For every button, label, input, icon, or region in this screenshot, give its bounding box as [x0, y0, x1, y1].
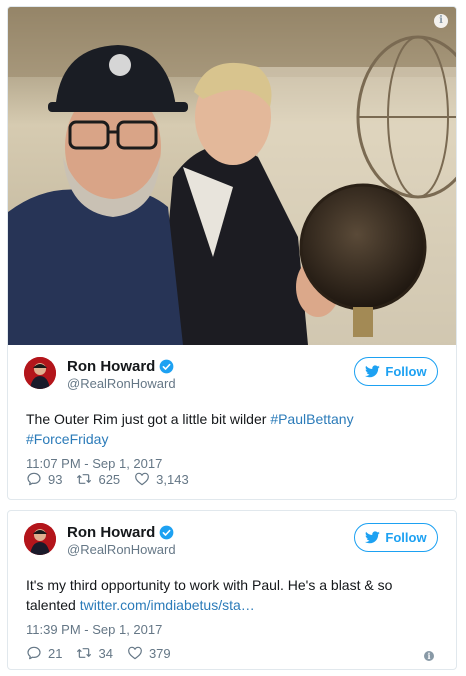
info-icon[interactable]: i — [424, 651, 434, 661]
hashtag-link[interactable]: #PaulBettany — [270, 411, 353, 427]
tweet-link[interactable]: twitter.com/imdiabetus/sta… — [80, 597, 255, 613]
selfie-photo-illustration — [8, 7, 456, 345]
reply-button[interactable]: 93 — [26, 471, 62, 487]
tweet-actions: 21 34 379 — [26, 645, 185, 661]
tweet-text: It's my third opportunity to work with P… — [8, 575, 456, 615]
twitter-bird-icon — [365, 365, 381, 378]
author-name-row[interactable]: Ron Howard — [67, 358, 174, 375]
verified-badge-icon — [159, 525, 174, 540]
retweet-count: 625 — [98, 471, 121, 487]
like-icon — [128, 646, 142, 660]
author-handle[interactable]: @RealRonHoward — [67, 542, 176, 557]
tweet-text: The Outer Rim just got a little bit wild… — [8, 409, 456, 449]
avatar-image — [24, 523, 56, 555]
hashtag-link[interactable]: #ForceFriday — [26, 431, 108, 447]
avatar-image — [24, 357, 56, 389]
avatar[interactable] — [24, 357, 56, 389]
retweet-count: 34 — [98, 645, 113, 661]
author-name-row[interactable]: Ron Howard — [67, 524, 174, 541]
twitter-bird-icon — [365, 531, 381, 544]
reply-button[interactable]: 21 — [26, 645, 62, 661]
like-count: 379 — [148, 645, 171, 661]
tweet-header: Ron Howard @RealRonHoward Follow — [8, 345, 456, 395]
like-button[interactable]: 379 — [127, 645, 171, 661]
tweet-card-2: Ron Howard @RealRonHoward Follow It's my… — [7, 510, 457, 670]
follow-label: Follow — [385, 364, 427, 379]
like-count: 3,143 — [156, 471, 189, 487]
retweet-icon — [77, 474, 92, 484]
info-icon[interactable]: i — [434, 14, 448, 28]
tweet-header: Ron Howard @RealRonHoward Follow — [8, 511, 456, 561]
follow-label: Follow — [385, 530, 427, 545]
like-button[interactable]: 3,143 — [134, 471, 189, 487]
follow-button[interactable]: Follow — [354, 523, 438, 552]
reply-count: 93 — [48, 471, 63, 487]
tweet-card-1: i Ron Howard @RealRonHoward Follow The O… — [7, 6, 457, 500]
author-name[interactable]: Ron Howard — [67, 524, 155, 541]
avatar[interactable] — [24, 523, 56, 555]
tweet-timestamp[interactable]: 11:39 PM - Sep 1, 2017 — [8, 622, 456, 637]
reply-icon — [27, 472, 41, 486]
verified-badge-icon — [159, 359, 174, 374]
author-handle[interactable]: @RealRonHoward — [67, 376, 176, 391]
reply-count: 21 — [48, 645, 63, 661]
like-icon — [135, 472, 150, 486]
retweet-button[interactable]: 625 — [76, 471, 120, 487]
tweet-actions: 93 625 3,143 — [26, 471, 203, 487]
author-name[interactable]: Ron Howard — [67, 358, 155, 375]
retweet-button[interactable]: 34 — [76, 645, 113, 661]
tweet-timestamp[interactable]: 11:07 PM - Sep 1, 2017 — [8, 456, 456, 471]
tweet-text-plain: The Outer Rim just got a little bit wild… — [26, 411, 271, 427]
reply-icon — [27, 646, 41, 660]
retweet-icon — [77, 648, 92, 658]
follow-button[interactable]: Follow — [354, 357, 438, 386]
tweet-photo[interactable]: i — [8, 7, 456, 345]
